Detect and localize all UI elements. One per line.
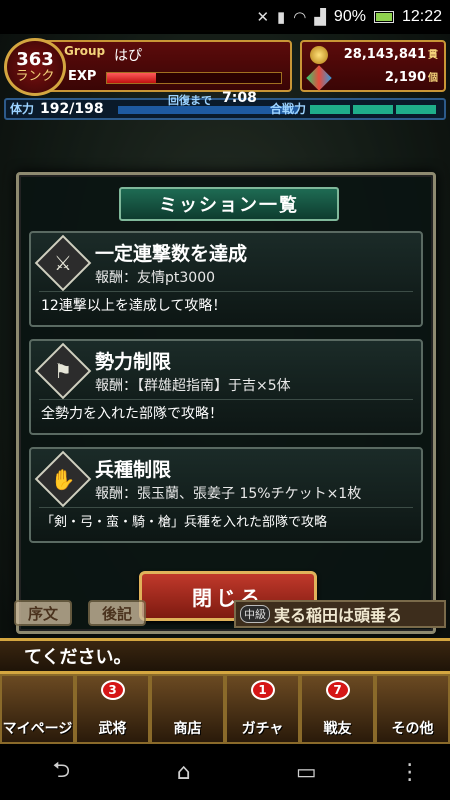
stamina-bar: 体力 192/198 回復まで 7:08 合戦力: [4, 90, 446, 120]
system-nav-bar: ⮌ ⌂ ▭ ⋮: [0, 744, 450, 800]
exp-label: EXP: [68, 69, 97, 84]
sim-icon: ▮: [277, 9, 286, 26]
rank-badge: 363 ランク: [4, 38, 66, 96]
resource-panel[interactable]: 28,143,841 貫 2,190 個: [300, 40, 446, 92]
quest-item[interactable]: 中級 実る稲田は頭垂る: [234, 600, 446, 628]
exp-fill: [107, 73, 156, 83]
wifi-icon: ◠: [293, 9, 307, 26]
nav-gacha[interactable]: 1 ガチャ: [225, 674, 300, 744]
mission-reward: 報酬：友情pt3000: [95, 270, 216, 286]
mission-item: ⚑ 勢力制限 報酬：【群雄超指南】于吉×5体 全勢力を入れた部隊で攻略！: [29, 339, 423, 435]
nav-label: ガチャ: [241, 721, 284, 737]
gauntlet-icon: ✋: [34, 450, 92, 508]
notification-badge: 7: [325, 680, 350, 700]
stamina-value: 192/198: [40, 101, 104, 117]
recover-time: 7:08: [222, 90, 257, 106]
mission-reward: 報酬：張玉蘭、張姜子 15%チケット×1枚: [95, 486, 362, 502]
rank-number: 363: [16, 49, 54, 70]
chapter-tabs: 序文 後記: [14, 600, 146, 626]
gem-icon: [306, 65, 332, 91]
mission-list-dialog: ミッション一覧 ⚔ 一定連撃数を達成 報酬：友情pt3000 12連撃以上を達成…: [16, 172, 436, 634]
gem-amount: 2,190 個: [384, 70, 438, 85]
status-bar: ✕ ▮ ◠ ▟ 90% 12:22: [0, 0, 450, 34]
recents-icon[interactable]: ▭: [276, 760, 336, 785]
notification-badge: 3: [100, 680, 125, 700]
home-icon[interactable]: ⌂: [154, 760, 214, 785]
battery-percent: 90%: [333, 8, 366, 25]
notification-badge: 1: [250, 680, 275, 700]
difficulty-badge: 中級: [240, 605, 270, 623]
nav-label: その他: [391, 721, 434, 737]
rank-label: ランク: [15, 69, 55, 84]
exp-bar: [106, 72, 282, 84]
back-icon[interactable]: ⮌: [31, 753, 91, 791]
signal-icon: ▟: [314, 9, 326, 26]
nav-mypage[interactable]: マイページ: [0, 674, 75, 744]
message-bar: てください。: [0, 638, 450, 674]
mission-description: 12連撃以上を達成して攻略！: [41, 298, 227, 314]
nav-label: 戦友: [323, 721, 352, 737]
mission-description: 「剣・弓・蛮・騎・槍」兵種を入れた部隊で攻略: [41, 515, 328, 530]
quest-name: 実る稲田は頭垂る: [274, 606, 403, 625]
sword-icon: ⚔: [34, 234, 92, 292]
mission-item: ⚔ 一定連撃数を達成 報酬：友情pt3000 12連撃以上を達成して攻略！: [29, 231, 423, 327]
bottom-nav: マイページ 3 武将 商店 1 ガチャ 7 戦友 その他: [0, 674, 450, 744]
mission-reward: 報酬：【群雄超指南】于吉×5体: [95, 378, 291, 394]
overflow-menu-icon[interactable]: ⋮: [399, 760, 421, 785]
player-name: はぴ: [114, 48, 142, 64]
battery-icon: [373, 11, 394, 23]
nav-other[interactable]: その他: [375, 674, 450, 744]
message-text: てください。: [24, 647, 132, 668]
flag-icon: ⚑: [34, 342, 92, 400]
nav-shop[interactable]: 商店: [150, 674, 225, 744]
gold-amount: 28,143,841 貫: [343, 47, 438, 62]
mute-icon: ✕: [256, 9, 270, 26]
group-tag: Group: [64, 44, 106, 58]
nav-generals[interactable]: 3 武将: [75, 674, 150, 744]
tab-preface[interactable]: 序文: [14, 600, 72, 626]
mission-title: 一定連撃数を達成: [95, 243, 248, 265]
power-label: 合戦力: [270, 102, 307, 116]
stamina-label: 体力: [10, 102, 35, 116]
game-screen: Group はぴ EXP 363 ランク 28,143,841 貫 2,190 個 …: [0, 34, 450, 744]
dialog-title: ミッション一覧: [119, 187, 339, 221]
recover-label: 回復まで: [168, 94, 212, 107]
nav-label: 武将: [98, 721, 127, 737]
power-gauge: [310, 105, 436, 114]
mission-title: 勢力制限: [95, 351, 172, 373]
mission-title: 兵種制限: [95, 459, 172, 481]
mission-description: 全勢力を入れた部隊で攻略！: [41, 406, 223, 422]
nav-label: 商店: [173, 721, 202, 737]
gold-pouch-icon: [310, 46, 328, 64]
nav-friends[interactable]: 7 戦友: [300, 674, 375, 744]
player-panel[interactable]: Group はぴ EXP: [40, 40, 292, 92]
tab-afterword[interactable]: 後記: [88, 600, 146, 626]
nav-label: マイページ: [2, 721, 73, 737]
clock: 12:22: [401, 8, 442, 25]
mission-item: ✋ 兵種制限 報酬：張玉蘭、張姜子 15%チケット×1枚 「剣・弓・蛮・騎・槍」…: [29, 447, 423, 543]
